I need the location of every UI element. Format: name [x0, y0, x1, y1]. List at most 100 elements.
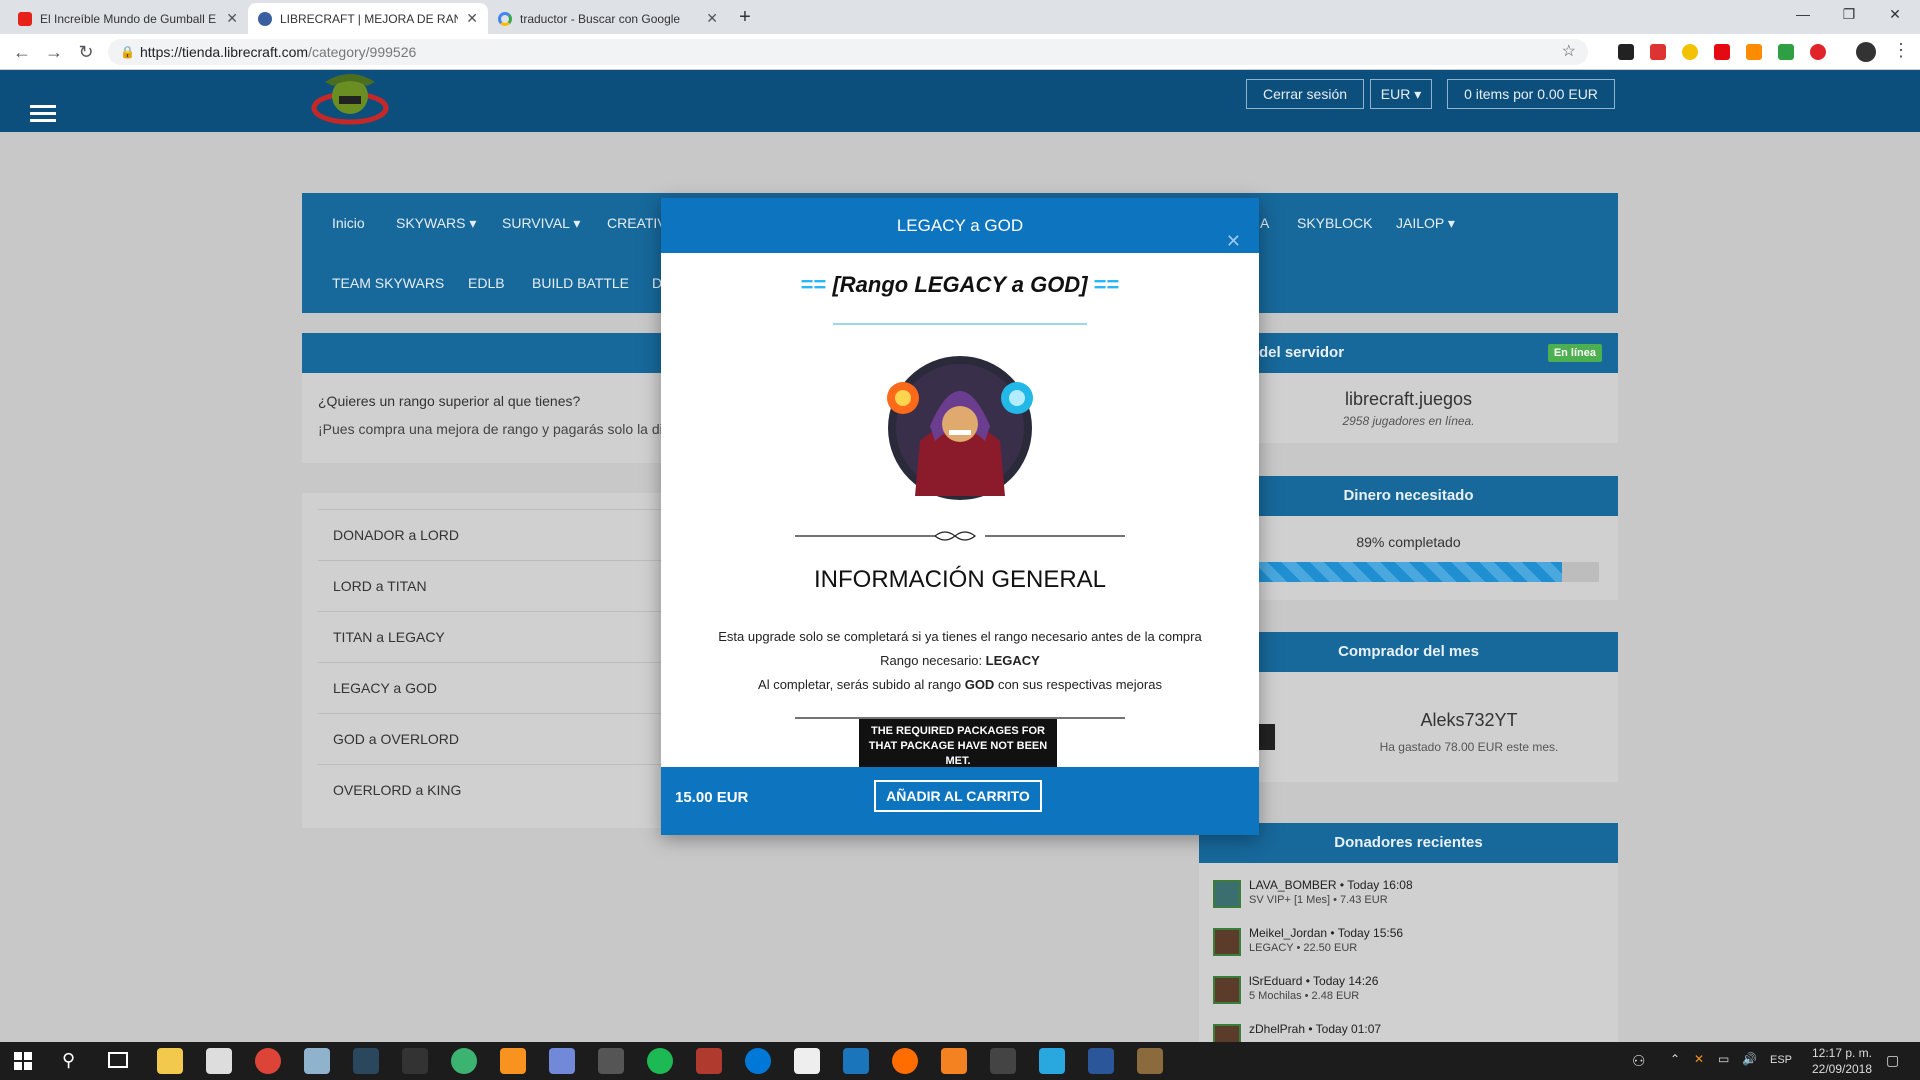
- menu-dots-icon[interactable]: ⋮: [1892, 40, 1910, 61]
- nav-skyblock[interactable]: SKYBLOCK: [1297, 215, 1372, 231]
- add-to-cart-button[interactable]: AÑADIR AL CARRITO: [874, 780, 1042, 812]
- url-host: https://tienda.librecraft.com: [140, 44, 309, 60]
- reload-icon[interactable]: ↻: [74, 40, 98, 64]
- extension-icon[interactable]: [1650, 44, 1666, 60]
- profile-avatar[interactable]: [1856, 42, 1876, 62]
- nav-partial-a[interactable]: A: [1260, 215, 1269, 231]
- app-icon[interactable]: [598, 1048, 624, 1074]
- chrome-icon[interactable]: [255, 1048, 281, 1074]
- forward-icon[interactable]: →: [42, 40, 66, 64]
- donors-header: Donadores recientes: [1199, 823, 1618, 863]
- language-indicator[interactable]: ESP: [1770, 1054, 1792, 1066]
- goal-progress-track: [1259, 562, 1599, 582]
- server-status-title: del servidor: [1259, 344, 1345, 361]
- browser-tab-bar: El Increíble Mundo de Gumball E ✕ LIBREC…: [0, 0, 1920, 34]
- currency-dropdown[interactable]: EUR ▾: [1370, 79, 1432, 109]
- tray-app-icon[interactable]: ✕: [1694, 1052, 1704, 1066]
- network-icon[interactable]: ▭: [1718, 1052, 1729, 1066]
- buyer-card: Aleks732YT Ha gastado 78.00 EUR este mes…: [1199, 672, 1618, 782]
- tab-librecraft[interactable]: LIBRECRAFT | MEJORA DE RANG ✕: [248, 3, 488, 34]
- ornament-divider: [795, 531, 1125, 541]
- task-view-icon[interactable]: [108, 1052, 128, 1068]
- target-rank: GOD: [964, 677, 995, 692]
- window-close-button[interactable]: ✕: [1872, 0, 1918, 30]
- minecraft-icon[interactable]: [1137, 1048, 1163, 1074]
- close-icon[interactable]: ✕: [466, 10, 478, 27]
- extension-icon[interactable]: [1682, 44, 1698, 60]
- app-icon[interactable]: [990, 1048, 1016, 1074]
- buyer-avatar: [1259, 724, 1275, 750]
- steam-icon[interactable]: [353, 1048, 379, 1074]
- app-icon[interactable]: [451, 1048, 477, 1074]
- store-icon[interactable]: [794, 1048, 820, 1074]
- cart-button[interactable]: 0 items por 0.00 EUR: [1447, 79, 1615, 109]
- nav-skywars[interactable]: SKYWARS ▾: [396, 215, 476, 232]
- new-tab-button[interactable]: +: [733, 6, 757, 30]
- tab-gumball[interactable]: El Increíble Mundo de Gumball E ✕: [8, 3, 248, 34]
- clock-date[interactable]: 22/09/2018: [1802, 1062, 1882, 1076]
- line3-prefix: Al completar, serás subido al rango: [758, 677, 965, 692]
- donor-detail: 5 Mochilas • 2.48 EUR: [1249, 990, 1360, 1002]
- server-status-header: del servidor En línea: [1199, 333, 1618, 373]
- discord-icon[interactable]: [549, 1048, 575, 1074]
- goal-text: 89% completado: [1356, 534, 1461, 550]
- logout-button[interactable]: Cerrar sesión: [1246, 79, 1364, 109]
- clock-time[interactable]: 12:17 p. m.: [1802, 1046, 1882, 1060]
- app-icon[interactable]: [696, 1048, 722, 1074]
- search-icon[interactable]: ⚲: [62, 1050, 75, 1071]
- back-icon[interactable]: ←: [10, 40, 34, 64]
- opera-icon[interactable]: [1810, 44, 1826, 60]
- bookmark-star-icon[interactable]: ☆: [1562, 39, 1576, 65]
- nav-edlb[interactable]: EDLB: [468, 275, 505, 291]
- package-legacy-god[interactable]: LEGACY a GOD: [318, 662, 718, 713]
- package-god-overlord[interactable]: GOD a OVERLORD: [318, 713, 718, 764]
- volume-icon[interactable]: 🔊: [1742, 1052, 1757, 1066]
- goal-header: Dinero necesitado: [1199, 476, 1618, 516]
- notifications-icon[interactable]: ▢: [1886, 1052, 1899, 1069]
- netflix-icon[interactable]: [1714, 44, 1730, 60]
- edge-icon[interactable]: [745, 1048, 771, 1074]
- nav-build-battle[interactable]: BUILD BATTLE: [532, 275, 629, 291]
- app-icon[interactable]: [304, 1048, 330, 1074]
- mail-icon[interactable]: [206, 1048, 232, 1074]
- package-titan-legacy[interactable]: TITAN a LEGACY: [318, 611, 718, 662]
- librecraft-logo[interactable]: [305, 70, 395, 132]
- maximize-button[interactable]: ❐: [1826, 0, 1872, 30]
- close-icon[interactable]: ✕: [226, 10, 238, 27]
- nav-creative[interactable]: CREATIV: [607, 215, 667, 231]
- epic-games-icon[interactable]: [402, 1048, 428, 1074]
- nav-jailop[interactable]: JAILOP ▾: [1396, 215, 1455, 232]
- minimize-button[interactable]: —: [1780, 0, 1826, 30]
- spotify-icon[interactable]: [647, 1048, 673, 1074]
- app-icon[interactable]: [892, 1048, 918, 1074]
- nav-survival[interactable]: SURVIVAL ▾: [502, 215, 580, 232]
- package-overlord-king[interactable]: OVERLORD a KING: [318, 764, 718, 815]
- app-icon[interactable]: [843, 1048, 869, 1074]
- tab-label: LIBRECRAFT | MEJORA DE RANG: [280, 11, 459, 26]
- goal-card: 89% completado: [1199, 516, 1618, 600]
- extension-icon[interactable]: [1618, 44, 1634, 60]
- heading-text: [Rango LEGACY a GOD]: [832, 272, 1088, 297]
- app-icon[interactable]: [941, 1048, 967, 1074]
- close-icon[interactable]: ✕: [1226, 214, 1241, 269]
- extension-icon[interactable]: [1746, 44, 1762, 60]
- line2-prefix: Rango necesario:: [880, 653, 986, 668]
- intro-question: ¿Quieres un rango superior al que tienes…: [318, 393, 581, 409]
- word-icon[interactable]: [1088, 1048, 1114, 1074]
- chevron-up-icon[interactable]: ⌃: [1670, 1052, 1680, 1066]
- package-donador-lord[interactable]: DONADOR a LORD: [318, 509, 718, 560]
- file-explorer-icon[interactable]: [157, 1048, 183, 1074]
- people-icon[interactable]: ⚇: [1632, 1052, 1645, 1070]
- windows-start-icon[interactable]: [14, 1052, 32, 1070]
- hamburger-menu-icon[interactable]: [30, 105, 56, 123]
- close-icon[interactable]: ✕: [706, 10, 718, 27]
- app-icon[interactable]: [500, 1048, 526, 1074]
- url-input[interactable]: 🔒 https://tienda.librecraft.com/category…: [108, 39, 1588, 65]
- extension-icon[interactable]: [1778, 44, 1794, 60]
- tab-google[interactable]: traductor - Buscar con Google ✕: [488, 3, 728, 34]
- nav-team-skywars[interactable]: TEAM SKYWARS: [332, 275, 444, 291]
- server-address[interactable]: librecraft.juegos: [1199, 389, 1618, 410]
- app-icon[interactable]: [1039, 1048, 1065, 1074]
- package-lord-titan[interactable]: LORD a TITAN: [318, 560, 718, 611]
- nav-inicio[interactable]: Inicio: [332, 215, 365, 231]
